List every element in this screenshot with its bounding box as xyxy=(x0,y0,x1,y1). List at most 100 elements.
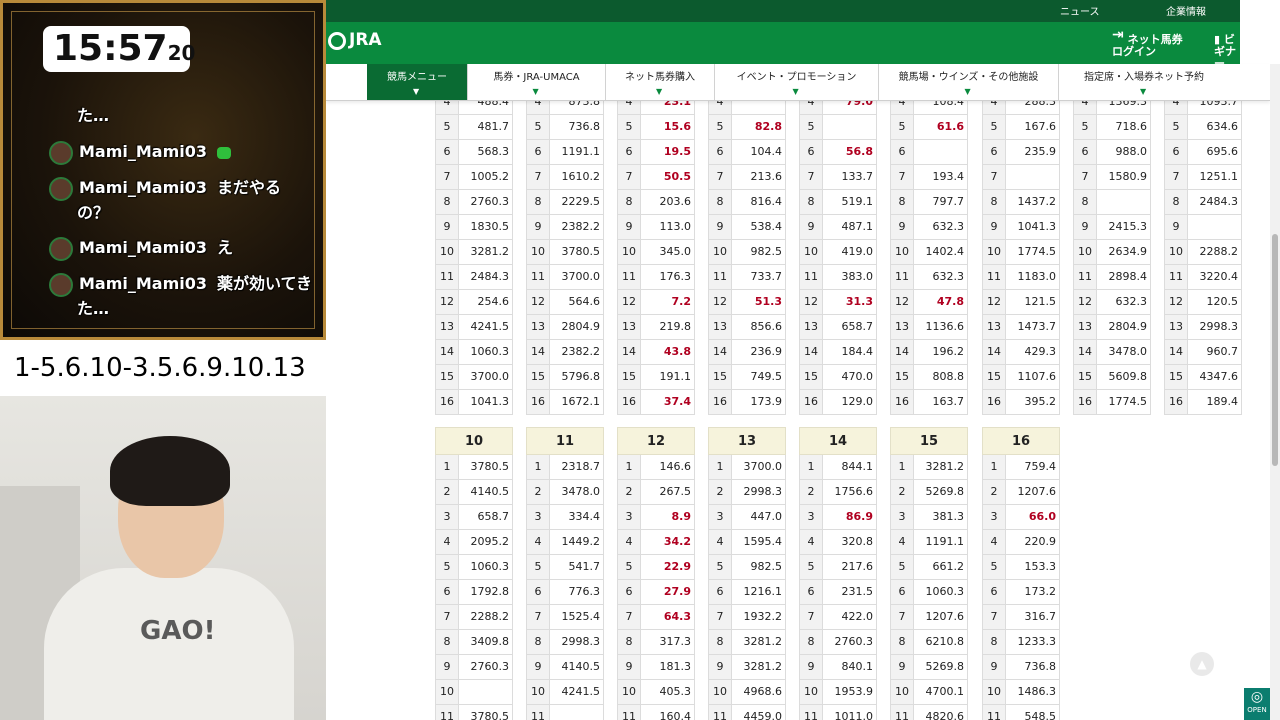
horse-number: 3 xyxy=(983,505,1006,529)
odds-value: 1251.1 xyxy=(1199,170,1239,183)
odds-value: 47.8 xyxy=(936,295,964,308)
horse-number: 8 xyxy=(709,190,732,214)
odds-value: 816.4 xyxy=(750,195,783,208)
horse-number: 10 xyxy=(436,240,459,264)
open-label: OPEN xyxy=(1247,706,1267,714)
open-widget-button[interactable]: ◎ OPEN xyxy=(1244,688,1270,720)
horse-number: 9 xyxy=(527,215,550,239)
odds-value: 4820.6 xyxy=(925,710,965,720)
beginner-button[interactable]: ▮ ビギナー xyxy=(1214,34,1240,70)
table-row: 10 1953.9 xyxy=(799,680,877,705)
scrollbar-thumb[interactable] xyxy=(1272,234,1278,466)
horse-number: 4 xyxy=(709,530,732,554)
horse-number: 14 xyxy=(436,340,459,364)
horse-number: 15 xyxy=(1165,365,1188,389)
table-row: 15 808.8 xyxy=(890,365,968,390)
odds-value: 447.0 xyxy=(750,510,783,523)
odds-value: 43.8 xyxy=(663,345,691,358)
odds-table: 4 108.4 5 61.6 6 7 193.4 8 797.7 9 632.3 10 1402.4 11… xyxy=(890,90,968,415)
horse-number: 11 xyxy=(709,265,732,289)
table-row: 8 816.4 xyxy=(708,190,786,215)
horse-number: 7 xyxy=(436,165,459,189)
horse-number: 15 xyxy=(436,365,459,389)
clock-seconds: 20 xyxy=(167,41,196,65)
corporate-info-link[interactable]: 企業情報 xyxy=(1166,3,1206,18)
news-link[interactable]: ニュース xyxy=(1060,3,1100,18)
horse-number: 13 xyxy=(983,315,1006,339)
odds-value: 3700.0 xyxy=(470,370,510,383)
odds-value: 695.6 xyxy=(1206,145,1239,158)
page-top-button[interactable]: ▲ xyxy=(1190,652,1214,676)
odds-value: 988.0 xyxy=(1115,145,1148,158)
table-row: 13 1473.7 xyxy=(982,315,1060,340)
nav-reserved-seats[interactable]: 指定席・入場券ネット予約 ▼ xyxy=(1059,64,1229,100)
horse-number: 8 xyxy=(891,190,914,214)
odds-value: 808.8 xyxy=(932,370,965,383)
horse-number: 14 xyxy=(709,340,732,364)
horse-number: 5 xyxy=(891,555,914,579)
net-betting-login-button[interactable]: ⇥ ネット馬券 ログイン xyxy=(1112,28,1183,58)
horse-number: 8 xyxy=(800,190,823,214)
horse-number: 3 xyxy=(709,505,732,529)
odds-value: 422.0 xyxy=(841,610,874,623)
horse-number: 12 xyxy=(527,290,550,314)
horse-number: 2 xyxy=(436,480,459,504)
odds-value: 3780.5 xyxy=(470,460,510,473)
horse-number: 15 xyxy=(618,365,641,389)
horse-number: 9 xyxy=(891,215,914,239)
table-row: 16 129.0 xyxy=(799,390,877,415)
horse-number: 13 xyxy=(618,315,641,339)
table-row: 10 xyxy=(435,680,513,705)
odds-value: 634.6 xyxy=(1206,120,1239,133)
table-row: 11 733.7 xyxy=(708,265,786,290)
odds-value: 61.6 xyxy=(936,120,964,133)
horse-number: 2 xyxy=(709,480,732,504)
horse-number: 6 xyxy=(800,140,823,164)
nav-label: 指定席・入場券ネット予約 xyxy=(1084,72,1204,83)
page-scrollbar[interactable] xyxy=(1270,64,1280,720)
odds-value: 3478.0 xyxy=(561,485,601,498)
horse-number: 6 xyxy=(618,580,641,604)
nav-net-baken[interactable]: ネット馬券購入 ▼ xyxy=(606,64,715,100)
horse-number: 1 xyxy=(891,455,914,479)
table-row: 2 1207.6 xyxy=(982,480,1060,505)
odds-value: 153.3 xyxy=(1024,560,1057,573)
odds-value: 196.2 xyxy=(932,345,965,358)
horse-number: 8 xyxy=(1074,190,1097,214)
table-row: 8 1437.2 xyxy=(982,190,1060,215)
table-row: 8 797.7 xyxy=(890,190,968,215)
table-row: 14 960.7 xyxy=(1164,340,1242,365)
odds-table: 4 23.1 5 15.6 6 19.5 7 50.5 8 203.6 9 113.0 10 345.0 1… xyxy=(617,90,695,415)
table-row: 9 4140.5 xyxy=(526,655,604,680)
nav-baken-umaca[interactable]: 馬券・JRA-UMACA ▼ xyxy=(468,64,606,100)
nav-label: 馬券・JRA-UMACA xyxy=(493,72,580,83)
table-row: 5 718.6 xyxy=(1073,115,1151,140)
horse-number: 1 xyxy=(436,455,459,479)
odds-value: 1005.2 xyxy=(470,170,510,183)
nav-keiba-menu[interactable]: 競馬メニュー ▼ xyxy=(367,64,468,100)
horse-number: 15 xyxy=(709,365,732,389)
table-row: 2 3478.0 xyxy=(526,480,604,505)
horse-number: 12 xyxy=(891,290,914,314)
odds-value: 658.7 xyxy=(477,510,510,523)
horse-number: 8 xyxy=(891,630,914,654)
chat-user: Mami_Mami03 xyxy=(79,142,208,161)
jra-logo[interactable]: JRA xyxy=(328,30,382,50)
horse-number: 5 xyxy=(800,115,823,139)
horse-number: 6 xyxy=(527,140,550,164)
horse-number: 5 xyxy=(709,555,732,579)
odds-value: 2634.9 xyxy=(1108,245,1148,258)
table-row: 7 1005.2 xyxy=(435,165,513,190)
odds-value: 203.6 xyxy=(659,195,692,208)
nav-facilities[interactable]: 競馬場・ウインズ・その他施設 ▼ xyxy=(879,64,1059,100)
table-row: 10 3780.5 xyxy=(526,240,604,265)
nav-events[interactable]: イベント・プロモーション ▼ xyxy=(715,64,879,100)
odds-value: 120.5 xyxy=(1206,295,1239,308)
odds-value: 3478.0 xyxy=(1108,345,1148,358)
shirt-print: GAO! xyxy=(140,616,216,646)
table-row: 2 1756.6 xyxy=(799,480,877,505)
horse-number: 5 xyxy=(618,555,641,579)
table-row: 4 2095.2 xyxy=(435,530,513,555)
odds-value: 167.6 xyxy=(1024,120,1057,133)
odds-table: 15 1 3281.2 2 5269.8 3 381.3 4 1191.1 5 661.2 6 1060… xyxy=(890,427,968,720)
